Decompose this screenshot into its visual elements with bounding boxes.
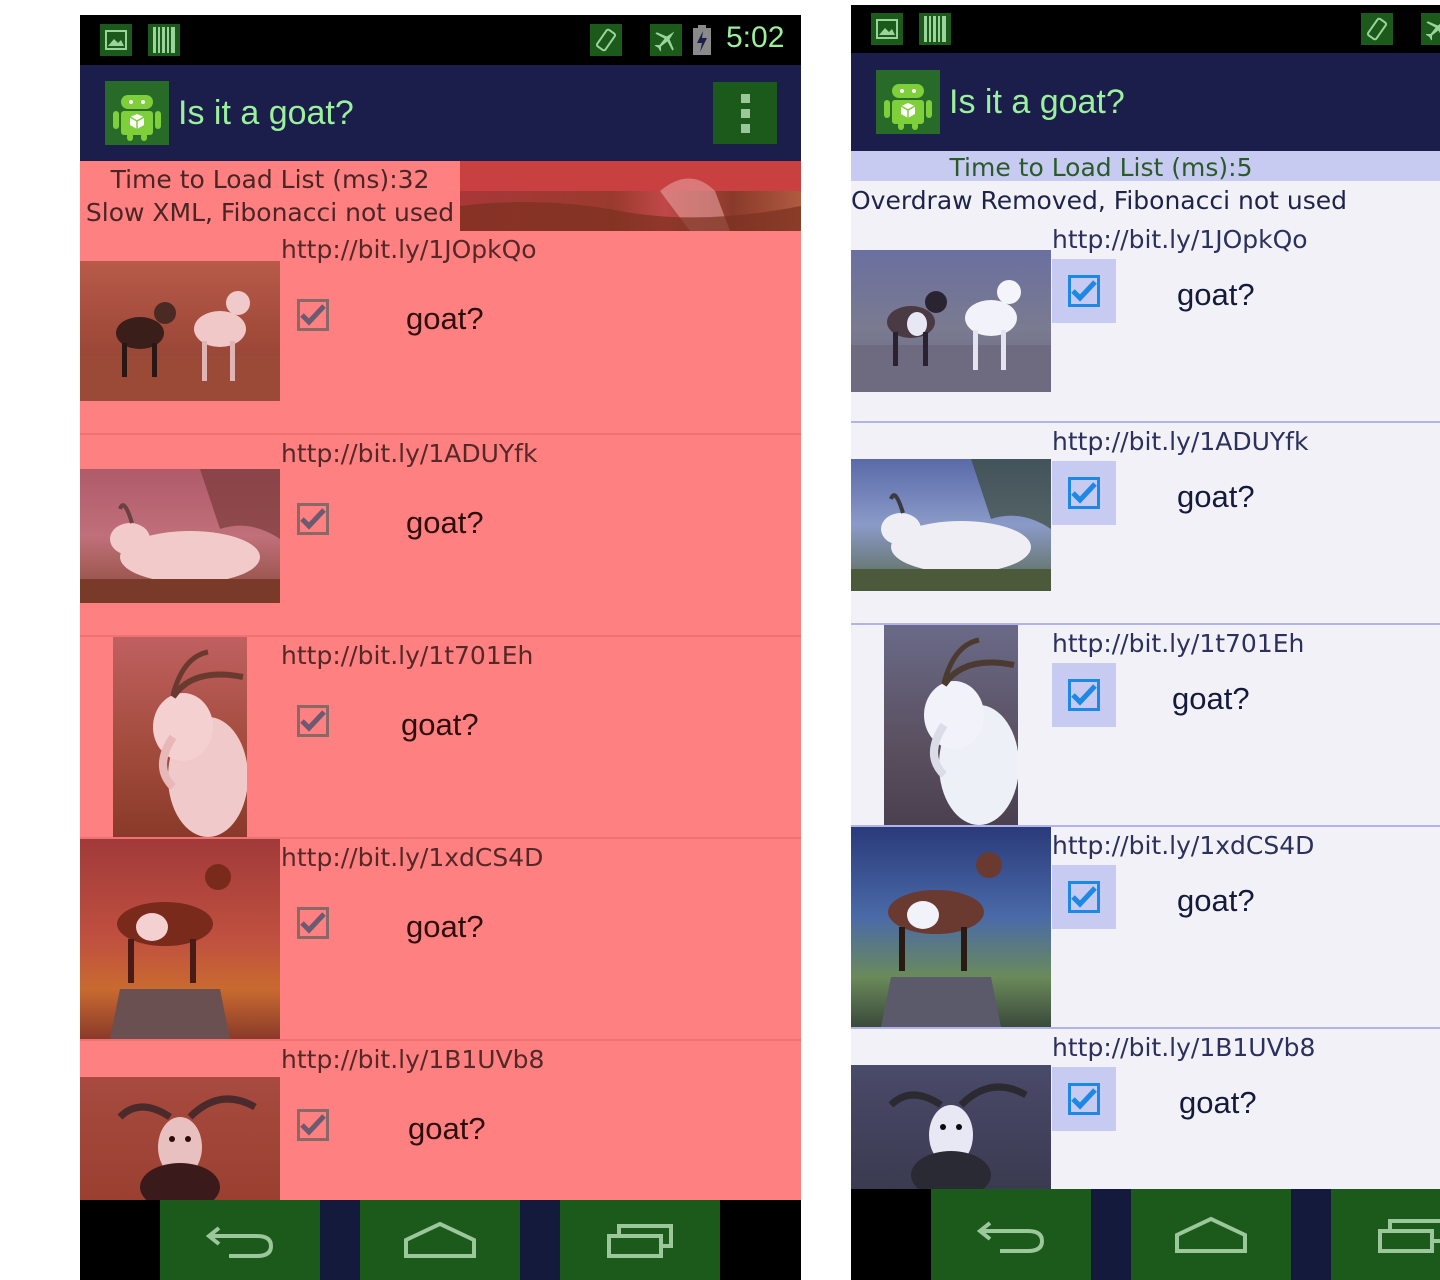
goat-thumbnail: [80, 839, 280, 1039]
goat-thumbnail: [80, 261, 280, 401]
goat-checkbox[interactable]: [281, 283, 345, 347]
image-url[interactable]: http://bit.ly/1t701Eh: [1052, 629, 1304, 658]
action-bar: Is it a goat?: [80, 65, 801, 161]
home-icon[interactable]: [1131, 1189, 1291, 1280]
goat-thumbnail: [851, 459, 1051, 591]
list-item[interactable]: http://bit.ly/1xdCS4D goat?: [80, 837, 801, 1039]
airplane-icon: [650, 24, 682, 56]
overflow-menu-icon[interactable]: [713, 82, 777, 144]
list-item[interactable]: http://bit.ly/1B1UVb8 goat?: [80, 1039, 801, 1202]
list-item[interactable]: http://bit.ly/1ADUYfk goat?: [80, 433, 801, 635]
back-icon[interactable]: [931, 1189, 1091, 1280]
image-icon: [100, 24, 132, 56]
phone-screen-slow-xml: 5:02 Is it a goat? Time to Load List (ms…: [80, 15, 801, 1280]
goat-checkbox[interactable]: [1052, 865, 1116, 929]
goat-label: goat?: [401, 707, 479, 742]
goat-checkbox[interactable]: [281, 891, 345, 955]
mode-label: Slow XML, Fibonacci not used: [85, 198, 455, 227]
goat-checkbox[interactable]: [1052, 461, 1116, 525]
status-bar: [851, 5, 1440, 53]
action-bar: Is it a goat?: [851, 53, 1440, 151]
goat-thumbnail: [80, 1077, 280, 1202]
header-image: [460, 161, 801, 231]
image-url[interactable]: http://bit.ly/1t701Eh: [281, 641, 533, 670]
goat-checkbox[interactable]: [281, 1093, 345, 1157]
image-url[interactable]: http://bit.ly/1B1UVb8: [281, 1045, 544, 1074]
goat-checkbox[interactable]: [1052, 259, 1116, 323]
nav-separator: [1091, 1189, 1131, 1280]
recents-icon[interactable]: [560, 1200, 720, 1280]
barcode-icon: [148, 24, 180, 56]
goat-label: goat?: [1177, 277, 1255, 312]
load-time-label: Time to Load List (ms):32: [110, 165, 430, 194]
navigation-bar: [80, 1200, 801, 1280]
battery-charging-icon: [692, 24, 712, 56]
image-icon: [871, 13, 903, 45]
vibrate-icon: [1361, 13, 1393, 45]
nav-separator: [1291, 1189, 1331, 1280]
list-item[interactable]: http://bit.ly/1B1UVb8 goat?: [851, 1027, 1440, 1191]
status-bar: 5:02: [80, 15, 801, 65]
goat-thumbnail: [851, 1065, 1051, 1191]
navigation-bar: [851, 1189, 1440, 1280]
goat-label: goat?: [1177, 479, 1255, 514]
goat-checkbox[interactable]: [1052, 663, 1116, 727]
image-url[interactable]: http://bit.ly/1JOpkQo: [281, 235, 537, 264]
goat-label: goat?: [1172, 681, 1250, 716]
nav-separator: [320, 1200, 360, 1280]
home-icon[interactable]: [360, 1200, 520, 1280]
goat-label: goat?: [406, 505, 484, 540]
goat-label: goat?: [406, 301, 484, 336]
load-time-label: Time to Load List (ms):5: [949, 153, 1253, 182]
goat-checkbox[interactable]: [281, 487, 345, 551]
list-item[interactable]: http://bit.ly/1JOpkQo goat?: [851, 221, 1440, 421]
goat-thumbnail: [851, 827, 1051, 1027]
recents-icon[interactable]: [1331, 1189, 1440, 1280]
barcode-icon: [919, 13, 951, 45]
goat-label: goat?: [406, 909, 484, 944]
list-item[interactable]: http://bit.ly/1t701Eh goat?: [80, 635, 801, 837]
list-item[interactable]: http://bit.ly/1JOpkQo goat?: [80, 231, 801, 433]
list-item[interactable]: http://bit.ly/1ADUYfk goat?: [851, 421, 1440, 623]
mode-label: Overdraw Removed, Fibonacci not used: [851, 186, 1347, 215]
android-icon[interactable]: [105, 81, 169, 145]
vibrate-icon: [590, 24, 622, 56]
image-url[interactable]: http://bit.ly/1xdCS4D: [281, 843, 543, 872]
nav-separator: [520, 1200, 560, 1280]
goat-label: goat?: [1179, 1085, 1257, 1120]
list-item[interactable]: http://bit.ly/1xdCS4D goat?: [851, 825, 1440, 1027]
goat-checkbox[interactable]: [281, 689, 345, 753]
phone-screen-overdraw-removed: Is it a goat? Time to Load List (ms):5 O…: [851, 5, 1440, 1280]
app-title: Is it a goat?: [178, 94, 354, 132]
airplane-icon: [1421, 13, 1440, 45]
image-url[interactable]: http://bit.ly/1B1UVb8: [1052, 1033, 1315, 1062]
image-url[interactable]: http://bit.ly/1JOpkQo: [1052, 225, 1308, 254]
android-icon[interactable]: [876, 70, 940, 134]
list-item[interactable]: http://bit.ly/1t701Eh goat?: [851, 623, 1440, 825]
goat-thumbnail: [113, 637, 247, 837]
goat-label: goat?: [1177, 883, 1255, 918]
app-title: Is it a goat?: [949, 83, 1125, 121]
status-time: 5:02: [726, 21, 785, 54]
goat-thumbnail: [80, 469, 280, 603]
back-icon[interactable]: [160, 1200, 320, 1280]
image-url[interactable]: http://bit.ly/1ADUYfk: [281, 439, 537, 468]
goat-thumbnail: [884, 625, 1018, 825]
goat-checkbox[interactable]: [1052, 1067, 1116, 1131]
image-url[interactable]: http://bit.ly/1xdCS4D: [1052, 831, 1314, 860]
goat-label: goat?: [408, 1111, 486, 1146]
goat-thumbnail: [851, 250, 1051, 392]
image-url[interactable]: http://bit.ly/1ADUYfk: [1052, 427, 1308, 456]
